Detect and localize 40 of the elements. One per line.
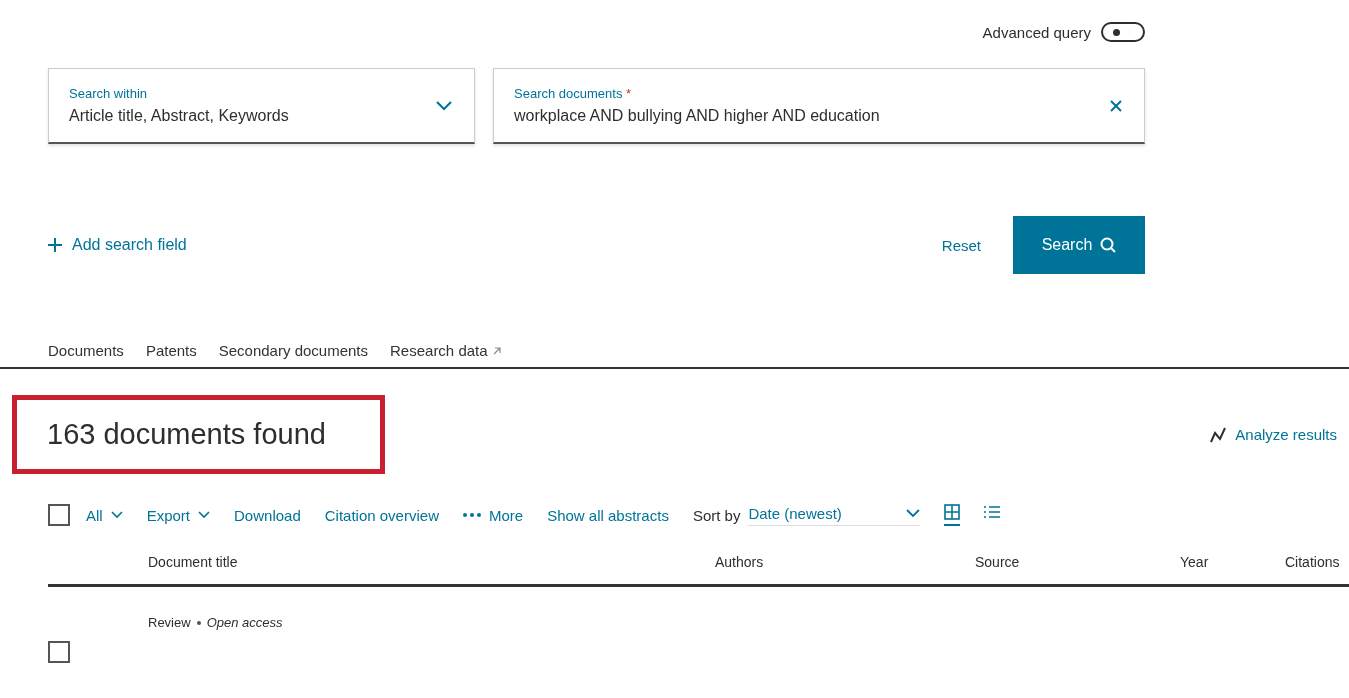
- column-header[interactable]: Year: [1180, 554, 1285, 570]
- select-all-checkbox[interactable]: [48, 504, 70, 526]
- search-within-dropdown[interactable]: Search within Article title, Abstract, Keywords: [48, 68, 475, 144]
- sort-label: Sort by: [692, 506, 741, 524]
- more-link[interactable]: More: [462, 506, 524, 524]
- tab[interactable]: Secondary documents: [218, 342, 368, 359]
- column-header[interactable]: Citations: [1285, 554, 1349, 570]
- search-icon: [1100, 237, 1117, 253]
- more-dots-icon: [462, 513, 481, 517]
- results-count: 163 documents found: [47, 418, 326, 451]
- show-all-abstracts-link[interactable]: Show all abstracts: [547, 506, 669, 524]
- tab[interactable]: Research data: [390, 342, 502, 359]
- tab[interactable]: Documents: [48, 342, 124, 359]
- chevron-down-icon: [906, 508, 921, 518]
- download-link[interactable]: Download: [234, 506, 301, 524]
- advanced-query-toggle[interactable]: [1101, 22, 1145, 42]
- add-search-field-link[interactable]: Add search field: [48, 236, 187, 254]
- citation-overview-link[interactable]: Citation overview: [324, 506, 439, 524]
- column-header[interactable]: Source: [975, 554, 1180, 570]
- analyze-results-link[interactable]: Analyze results: [1209, 425, 1349, 444]
- export-dropdown[interactable]: Export: [146, 506, 211, 524]
- grid-view-icon[interactable]: [944, 504, 961, 526]
- close-icon[interactable]: [1110, 99, 1122, 112]
- access-label: Open access: [206, 615, 283, 630]
- search-documents-field[interactable]: Search documents * workplace AND bullying AND higher AND education: [493, 68, 1145, 144]
- column-header[interactable]: Document title: [148, 554, 715, 570]
- plus-icon: [48, 238, 62, 252]
- chevron-down-icon: [198, 511, 211, 519]
- chevron-down-icon: [110, 511, 123, 519]
- advanced-query-label: Advanced query: [982, 23, 1091, 41]
- sort-dropdown[interactable]: Date (newest): [748, 504, 921, 526]
- search-button[interactable]: Search: [1013, 216, 1145, 274]
- tab[interactable]: Patents: [145, 342, 197, 359]
- reset-link[interactable]: Reset: [941, 236, 981, 254]
- line-chart-icon: [1209, 425, 1228, 444]
- document-type: Review: [148, 615, 191, 630]
- select-all-dropdown[interactable]: All: [86, 506, 123, 524]
- row-checkbox[interactable]: [48, 641, 70, 663]
- column-header[interactable]: Authors: [715, 554, 975, 570]
- chevron-down-icon: [436, 100, 452, 111]
